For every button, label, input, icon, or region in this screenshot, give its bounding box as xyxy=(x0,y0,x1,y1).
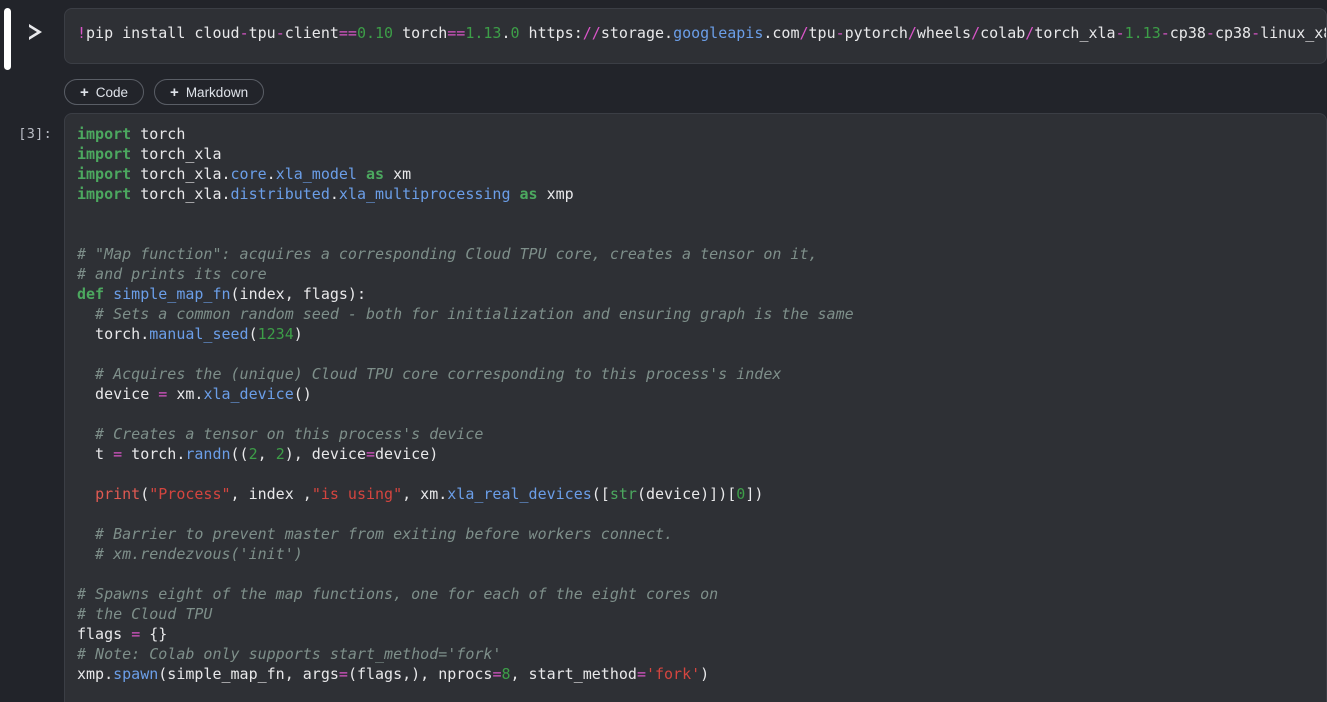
add-code-button[interactable]: + Code xyxy=(64,79,145,105)
add-cell-toolbar: + Code + Markdown xyxy=(64,79,265,105)
cell-1-editor[interactable]: !pip install cloud-tpu-client==0.10 torc… xyxy=(64,8,1327,64)
cell-2-gutter: [3]: xyxy=(0,113,64,144)
notebook-cell-1[interactable]: !pip install cloud-tpu-client==0.10 torc… xyxy=(0,8,1327,64)
cell-execution-count: [3]: xyxy=(18,126,52,142)
notebook-cell-2[interactable]: [3]: import torch import torch_xla import … xyxy=(0,113,1327,702)
plus-icon: + xyxy=(80,83,89,101)
notebook-canvas: !pip install cloud-tpu-client==0.10 torc… xyxy=(0,0,1327,702)
cell-1-source: !pip install cloud-tpu-client==0.10 torc… xyxy=(77,24,1326,42)
add-code-label: Code xyxy=(95,84,129,100)
add-markdown-label: Markdown xyxy=(185,84,249,100)
cell-2-source: import torch import torch_xla import torch… xyxy=(77,125,854,683)
cell-2-editor[interactable]: import torch import torch_xla import torch… xyxy=(64,113,1327,702)
add-markdown-button[interactable]: + Markdown xyxy=(154,79,265,105)
plus-icon: + xyxy=(170,83,179,101)
cell-1-gutter xyxy=(0,8,64,40)
play-icon[interactable] xyxy=(29,24,42,40)
